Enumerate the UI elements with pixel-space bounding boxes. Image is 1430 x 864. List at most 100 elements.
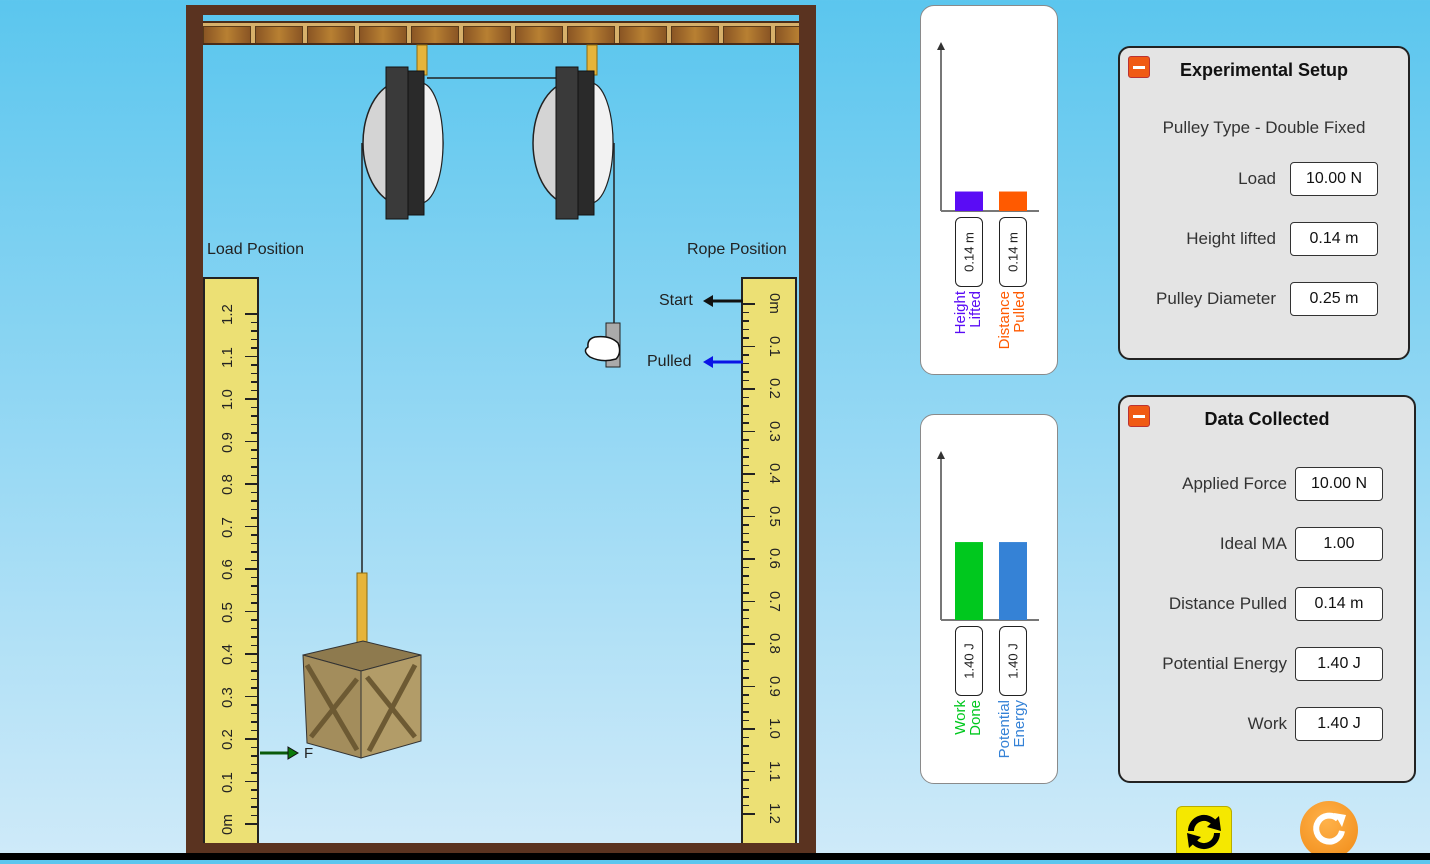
ruler-tick bbox=[251, 500, 257, 502]
ruler-tick bbox=[251, 670, 257, 672]
ruler-tick bbox=[743, 524, 749, 526]
ruler-tick bbox=[743, 430, 755, 432]
ruler-tick bbox=[251, 491, 257, 493]
ruler-tick bbox=[743, 558, 755, 560]
ruler-tick bbox=[245, 780, 257, 782]
ruler-tick bbox=[251, 321, 257, 323]
replay-icon bbox=[1313, 812, 1346, 845]
ruler-tick bbox=[743, 413, 749, 415]
ruler-tick bbox=[251, 593, 257, 595]
ruler-tick bbox=[743, 354, 749, 356]
ruler-tick bbox=[743, 379, 749, 381]
ruler-tick bbox=[743, 770, 755, 772]
simulation-area: Load Position 0m 0.1 0.2 0.3 0.4 0.5 0.6 0.7 0.8… bbox=[203, 15, 799, 843]
ruler-tick-label: 0.2 bbox=[219, 729, 236, 750]
ruler-tick bbox=[743, 660, 749, 662]
ruler-tick bbox=[251, 746, 257, 748]
y-axis-arrow-icon bbox=[937, 451, 945, 459]
bar-value: 0.14 m bbox=[1005, 232, 1021, 272]
simulation-frame: Load Position 0m 0.1 0.2 0.3 0.4 0.5 0.6 0.7 0.8… bbox=[186, 5, 816, 853]
ruler-tick-label: 1.1 bbox=[219, 346, 236, 368]
ruler-tick bbox=[251, 687, 257, 689]
ruler-tick bbox=[743, 702, 749, 704]
ruler-tick bbox=[743, 303, 755, 305]
ruler-tick-label: 0.6 bbox=[219, 559, 236, 580]
ruler-tick bbox=[251, 347, 257, 349]
bar-distance-pulled bbox=[999, 191, 1027, 211]
value-field: 1.40 J bbox=[1295, 707, 1383, 741]
ruler-tick-label: 0.5 bbox=[219, 601, 236, 623]
ruler-tick bbox=[251, 559, 257, 561]
ruler-tick bbox=[251, 678, 257, 680]
ruler-tick bbox=[245, 483, 257, 485]
ruler-tick bbox=[743, 583, 749, 585]
ruler-tick bbox=[251, 661, 257, 663]
value-field: 0.14 m bbox=[1290, 222, 1378, 256]
ruler-tick bbox=[743, 371, 749, 373]
bar-category-label: Work Done bbox=[952, 700, 984, 736]
ruler-tick bbox=[743, 388, 755, 390]
ruler-tick-label: 0.1 bbox=[219, 771, 236, 793]
ruler-tick bbox=[743, 575, 749, 577]
bar-potential-energy bbox=[999, 542, 1027, 620]
ruler-tick-label: 0.1 bbox=[766, 335, 783, 357]
ruler-tick bbox=[251, 474, 257, 476]
ruler-tick bbox=[743, 439, 749, 441]
ruler-tick bbox=[743, 600, 755, 602]
field-label: Distance Pulled bbox=[1168, 594, 1287, 613]
load-position-label: Load Position bbox=[207, 241, 304, 258]
ruler-tick bbox=[251, 364, 257, 366]
bar-value-box: 1.40 J bbox=[999, 626, 1027, 696]
ruler-tick bbox=[251, 721, 257, 723]
value-field: 0.25 m bbox=[1290, 282, 1378, 316]
bar-value: 0.14 m bbox=[961, 232, 977, 272]
ruler-tick bbox=[743, 685, 755, 687]
ruler-tick bbox=[743, 362, 749, 364]
ruler-tick bbox=[245, 313, 257, 315]
ruler-tick bbox=[251, 755, 257, 757]
ruler-tick bbox=[245, 653, 257, 655]
ruler-tick-label: 0.6 bbox=[766, 548, 783, 569]
ruler-tick bbox=[743, 405, 749, 407]
ruler-tick bbox=[743, 651, 749, 653]
ruler-tick bbox=[251, 729, 257, 731]
ruler-tick bbox=[743, 813, 755, 815]
panel-title: Experimental Setup bbox=[1179, 60, 1349, 80]
crate-load bbox=[302, 640, 422, 759]
ruler-tick bbox=[743, 447, 749, 449]
ruler-tick bbox=[245, 823, 257, 825]
ruler-tick bbox=[251, 704, 257, 706]
ruler-tick bbox=[743, 396, 749, 398]
reset-button[interactable] bbox=[1176, 806, 1232, 858]
ruler-tick bbox=[251, 415, 257, 417]
ruler-tick bbox=[743, 728, 755, 730]
ruler-tick bbox=[743, 668, 749, 670]
ruler-tick-label: 0.2 bbox=[766, 378, 783, 399]
ruler-tick bbox=[743, 753, 749, 755]
ruler-tick bbox=[251, 797, 257, 799]
ruler-tick-label: 1.2 bbox=[219, 304, 236, 325]
ruler-tick bbox=[251, 636, 257, 638]
bar-value-box: 1.40 J bbox=[955, 626, 983, 696]
ruler-tick bbox=[743, 337, 749, 339]
ruler-tick bbox=[743, 490, 749, 492]
ruler-tick bbox=[251, 576, 257, 578]
ruler-tick-label: 0.8 bbox=[219, 474, 236, 495]
ruler-tick bbox=[251, 619, 257, 621]
ruler-tick bbox=[251, 381, 257, 383]
replay-button[interactable] bbox=[1300, 801, 1358, 859]
ruler-tick-label: 0.4 bbox=[766, 463, 783, 484]
ruler-tick-label: 1.2 bbox=[766, 803, 783, 824]
ruler-tick-label: 0.3 bbox=[766, 420, 783, 442]
ruler-tick bbox=[743, 473, 755, 475]
ruler-tick-label: 1.0 bbox=[219, 389, 236, 410]
ruler-tick bbox=[743, 617, 749, 619]
pulled-marker-label: Pulled bbox=[647, 353, 692, 370]
refresh-icon bbox=[1187, 814, 1221, 850]
ruler-tick bbox=[743, 626, 749, 628]
ruler-tick bbox=[743, 515, 755, 517]
bar-value-box: 0.14 m bbox=[955, 217, 983, 287]
ruler-tick bbox=[245, 695, 257, 697]
ruler-tick bbox=[743, 609, 749, 611]
ruler-tick bbox=[251, 772, 257, 774]
